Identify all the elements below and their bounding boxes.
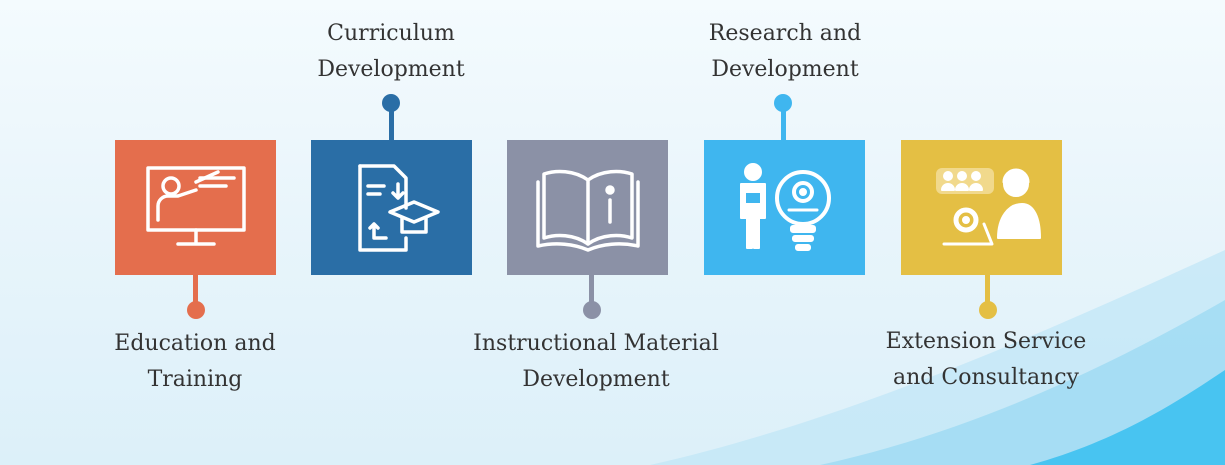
- scientist-lightbulb-icon: [739, 162, 831, 251]
- extension-connector-line: [985, 275, 990, 303]
- education-connector-dot: [187, 301, 205, 319]
- extension-service-card: [901, 140, 1062, 275]
- education-training-label: Education and Training: [114, 331, 276, 392]
- extension-connector-dot: [979, 301, 997, 319]
- curriculum-document-icon: [357, 163, 440, 252]
- education-connector-line: [193, 275, 198, 303]
- research-development-label: Research and Development: [708, 21, 862, 82]
- curriculum-development-label: Curriculum Development: [317, 21, 465, 82]
- education-training-card: [115, 140, 276, 275]
- instructional-connector-line: [589, 275, 594, 303]
- research-connector-line: [781, 110, 786, 140]
- open-book-info-icon: [535, 169, 640, 252]
- extension-service-label: Extension Service and Consultancy: [885, 329, 1087, 390]
- instructional-material-card: [507, 140, 668, 275]
- teacher-board-icon: [145, 165, 246, 246]
- curriculum-connector-line: [389, 110, 394, 140]
- research-development-card: [704, 140, 865, 275]
- curriculum-development-card: [311, 140, 472, 275]
- instructional-material-label: Instructional Material Development: [473, 331, 719, 392]
- consultancy-support-icon: [935, 167, 1041, 245]
- instructional-connector-dot: [583, 301, 601, 319]
